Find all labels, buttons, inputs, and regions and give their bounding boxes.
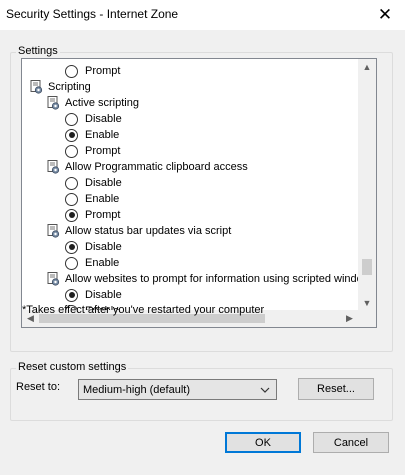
setting-row: Active scripting bbox=[45, 95, 139, 111]
row-label: Allow status bar updates via script bbox=[65, 225, 232, 237]
settings-page-icon bbox=[45, 223, 65, 239]
cancel-button[interactable]: Cancel bbox=[313, 432, 389, 453]
scroll-up-icon[interactable]: ▲ bbox=[358, 59, 376, 75]
radio-option[interactable]: Disable bbox=[65, 239, 122, 255]
settings-page-icon bbox=[45, 271, 65, 287]
reset-group-label: Reset custom settings bbox=[16, 361, 129, 373]
radio-unchecked-icon[interactable] bbox=[65, 256, 78, 270]
settings-page-icon bbox=[28, 79, 48, 95]
radio-unchecked-icon[interactable] bbox=[65, 64, 78, 78]
setting-row: Allow websites to prompt for information… bbox=[45, 271, 358, 287]
settings-page-icon bbox=[45, 159, 65, 175]
radio-option[interactable]: Disable bbox=[65, 111, 122, 127]
radio-unchecked-icon[interactable] bbox=[65, 112, 78, 126]
reset-to-label: Reset to: bbox=[16, 381, 61, 393]
row-label: Disable bbox=[85, 113, 122, 125]
row-label: Enable bbox=[85, 193, 120, 205]
radio-unchecked-icon[interactable] bbox=[65, 144, 78, 158]
scrollbar-corner bbox=[358, 310, 376, 327]
title-bar: Security Settings - Internet Zone ✕ bbox=[0, 0, 405, 30]
settings-tree[interactable]: Prompt Scripting Active scripting Disable En… bbox=[21, 58, 377, 328]
restart-footnote: *Takes effect after you've restarted you… bbox=[22, 304, 265, 316]
radio-option[interactable]: Disable bbox=[65, 175, 122, 191]
chevron-down-icon bbox=[260, 387, 270, 393]
radio-option[interactable]: Prompt bbox=[65, 63, 120, 79]
radio-unchecked-icon[interactable] bbox=[65, 192, 78, 206]
row-label: Enable bbox=[85, 129, 120, 141]
security-level-value: Medium-high (default) bbox=[83, 383, 190, 396]
close-icon[interactable]: ✕ bbox=[365, 0, 405, 30]
vertical-scrollbar[interactable]: ▲ ▼ bbox=[358, 59, 376, 311]
reset-button[interactable]: Reset... bbox=[298, 378, 374, 400]
radio-option[interactable]: Enable bbox=[65, 255, 119, 271]
radio-unchecked-icon[interactable] bbox=[65, 176, 78, 190]
radio-checked-icon[interactable] bbox=[65, 128, 78, 142]
radio-option[interactable]: Prompt bbox=[65, 207, 120, 223]
radio-option[interactable]: Enable bbox=[65, 191, 119, 207]
window-title: Security Settings - Internet Zone bbox=[6, 7, 179, 21]
row-label: Prompt bbox=[85, 65, 121, 77]
row-label: Scripting bbox=[48, 81, 91, 93]
row-label: Disable bbox=[85, 241, 122, 253]
ok-button[interactable]: OK bbox=[225, 432, 301, 453]
radio-checked-icon[interactable] bbox=[65, 208, 78, 222]
row-label: Prompt bbox=[85, 209, 121, 221]
vertical-scroll-thumb[interactable] bbox=[362, 259, 372, 275]
scroll-down-icon[interactable]: ▼ bbox=[358, 295, 376, 311]
settings-tree-content: Prompt Scripting Active scripting Disable En… bbox=[22, 59, 358, 311]
radio-checked-icon[interactable] bbox=[65, 288, 78, 302]
row-label: Disable bbox=[85, 177, 122, 189]
setting-row: Allow Programmatic clipboard access bbox=[45, 159, 248, 175]
radio-option[interactable]: Enable bbox=[65, 127, 119, 143]
settings-page-icon bbox=[45, 95, 65, 111]
row-label: Active scripting bbox=[65, 97, 139, 109]
security-level-dropdown[interactable]: Medium-high (default) bbox=[78, 379, 277, 400]
row-label: Disable bbox=[85, 289, 122, 301]
row-label: Allow websites to prompt for information… bbox=[65, 273, 358, 285]
radio-option[interactable]: Disable bbox=[65, 287, 122, 303]
row-label: Enable bbox=[85, 257, 120, 269]
radio-option[interactable]: Prompt bbox=[65, 143, 120, 159]
settings-group-label: Settings bbox=[16, 45, 60, 57]
scroll-right-icon[interactable]: ▶ bbox=[341, 310, 358, 327]
category-row: Scripting bbox=[28, 79, 91, 95]
setting-row: Allow status bar updates via script bbox=[45, 223, 231, 239]
row-label: Prompt bbox=[85, 145, 121, 157]
radio-checked-icon[interactable] bbox=[65, 240, 78, 254]
row-label: Allow Programmatic clipboard access bbox=[65, 161, 248, 173]
